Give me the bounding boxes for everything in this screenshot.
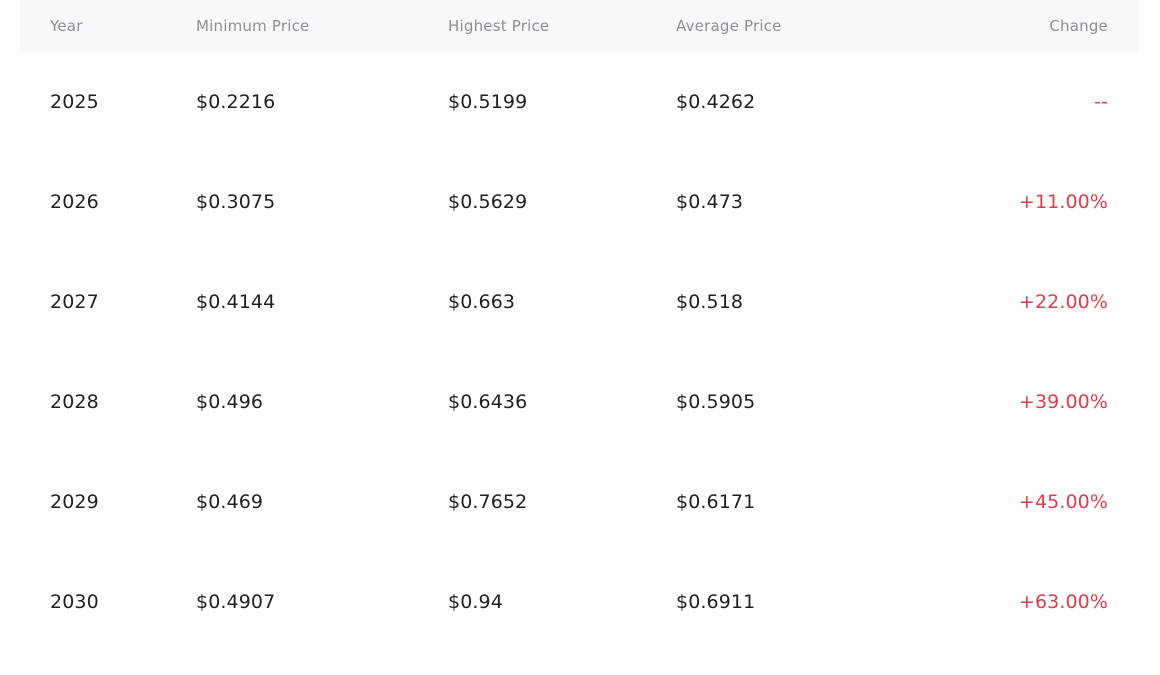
price-prediction-table: Year Minimum Price Highest Price Average… [20, 0, 1138, 652]
cell-year: 2030 [50, 591, 99, 613]
table-row: 2027 $0.4144 $0.663 $0.518 +22.00% [20, 252, 1138, 352]
cell-change: +11.00% [1018, 191, 1108, 213]
cell-highest-price: $0.5629 [448, 191, 528, 213]
cell-minimum-price: $0.3075 [196, 191, 276, 213]
table-row: 2029 $0.469 $0.7652 $0.6171 +45.00% [20, 452, 1138, 552]
table-row: 2026 $0.3075 $0.5629 $0.473 +11.00% [20, 152, 1138, 252]
table-row: 2030 $0.4907 $0.94 $0.6911 +63.00% [20, 552, 1138, 652]
table-row: 2028 $0.496 $0.6436 $0.5905 +39.00% [20, 352, 1138, 452]
cell-minimum-price: $0.4144 [196, 291, 276, 313]
cell-highest-price: $0.7652 [448, 491, 528, 513]
cell-minimum-price: $0.496 [196, 391, 264, 413]
header-year: Year [50, 17, 83, 35]
header-average-price: Average Price [676, 17, 782, 35]
cell-highest-price: $0.663 [448, 291, 516, 313]
cell-average-price: $0.518 [676, 291, 744, 313]
header-minimum-price: Minimum Price [196, 17, 310, 35]
cell-minimum-price: $0.2216 [196, 91, 276, 113]
cell-average-price: $0.4262 [676, 91, 756, 113]
cell-highest-price: $0.6436 [448, 391, 528, 413]
cell-change: +63.00% [1018, 591, 1108, 613]
cell-average-price: $0.5905 [676, 391, 756, 413]
header-highest-price: Highest Price [448, 17, 550, 35]
cell-year: 2026 [50, 191, 99, 213]
cell-highest-price: $0.94 [448, 591, 503, 613]
header-change: Change [1049, 17, 1108, 35]
cell-year: 2028 [50, 391, 99, 413]
cell-year: 2029 [50, 491, 99, 513]
cell-minimum-price: $0.469 [196, 491, 264, 513]
cell-change: +45.00% [1018, 491, 1108, 513]
cell-year: 2025 [50, 91, 99, 113]
cell-average-price: $0.473 [676, 191, 744, 213]
cell-change: +39.00% [1018, 391, 1108, 413]
table-header: Year Minimum Price Highest Price Average… [20, 0, 1138, 52]
cell-average-price: $0.6911 [676, 591, 756, 613]
cell-year: 2027 [50, 291, 99, 313]
cell-highest-price: $0.5199 [448, 91, 528, 113]
cell-minimum-price: $0.4907 [196, 591, 276, 613]
cell-change: +22.00% [1018, 291, 1108, 313]
cell-change: -- [1094, 91, 1108, 113]
cell-average-price: $0.6171 [676, 491, 756, 513]
table-row: 2025 $0.2216 $0.5199 $0.4262 -- [20, 52, 1138, 152]
